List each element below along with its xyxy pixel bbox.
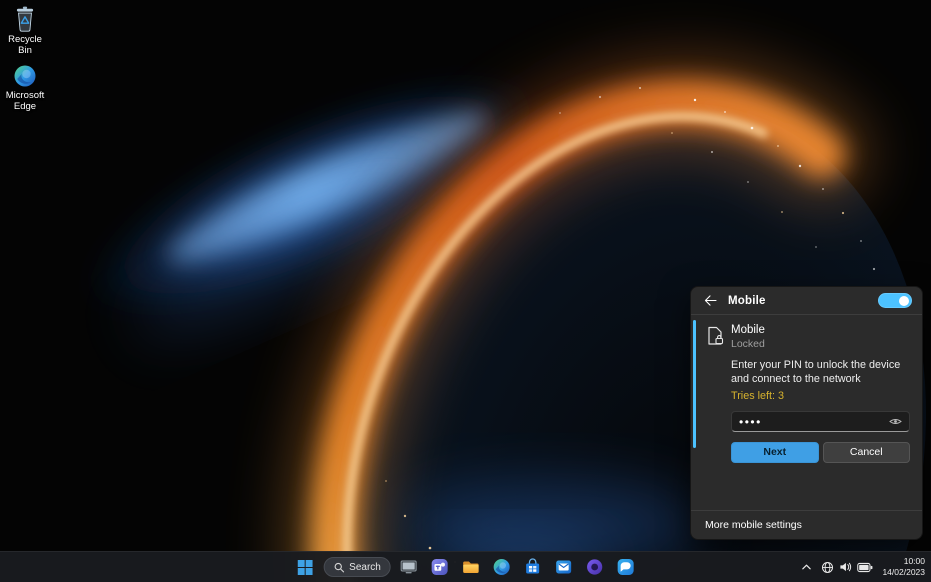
cancel-button[interactable]: Cancel xyxy=(822,441,910,463)
quick-settings-button[interactable] xyxy=(817,559,877,576)
desktop-icon-label: Recycle Bin xyxy=(8,34,42,56)
selection-indicator xyxy=(693,320,696,448)
toggle-knob xyxy=(899,295,909,306)
chat-icon[interactable] xyxy=(613,554,639,580)
hidden-icons-button[interactable] xyxy=(797,561,816,573)
pin-instructions: Enter your PIN to unlock the device and … xyxy=(731,359,901,386)
task-view-icon[interactable] xyxy=(396,554,422,580)
time-text: 10:00 xyxy=(903,555,925,566)
file-explorer-icon[interactable] xyxy=(458,554,484,580)
eye-icon xyxy=(889,418,902,424)
search-label: Search xyxy=(349,561,381,573)
volume-icon xyxy=(840,562,852,572)
chevron-up-icon xyxy=(802,564,812,570)
outlook-icon[interactable] xyxy=(551,554,577,580)
desktop-icon-label: Microsoft Edge xyxy=(5,90,45,112)
sim-lock-icon xyxy=(708,326,724,345)
recycle-bin-icon xyxy=(16,6,34,32)
reveal-password-button[interactable] xyxy=(889,417,902,426)
taskbar: Search 10:00 14/02/2023 xyxy=(0,551,931,582)
mobile-flyout-panel: Mobile Mobile Locked Enter your PIN to u… xyxy=(690,286,923,540)
panel-header: Mobile xyxy=(691,287,922,314)
panel-body: Mobile Locked Enter your PIN to unlock t… xyxy=(691,315,922,463)
next-button[interactable]: Next xyxy=(731,441,819,463)
back-arrow-icon xyxy=(704,295,717,306)
pin-value: •••• xyxy=(739,415,762,429)
edge-icon[interactable] xyxy=(489,554,515,580)
device-status: Locked xyxy=(731,338,765,350)
network-icon xyxy=(822,561,834,573)
pin-buttons: Next Cancel xyxy=(731,441,910,463)
tries-left-text: Tries left: 3 xyxy=(731,389,784,402)
back-button[interactable] xyxy=(701,292,719,310)
mobile-device-item[interactable]: Mobile Locked xyxy=(705,324,910,350)
system-tray: 10:00 14/02/2023 xyxy=(797,552,928,582)
panel-title: Mobile xyxy=(728,294,766,307)
battery-icon xyxy=(857,562,873,572)
search-icon xyxy=(334,562,344,572)
phone-link-icon[interactable] xyxy=(582,554,608,580)
taskbar-center-group: Search xyxy=(292,552,639,582)
taskbar-clock[interactable]: 10:00 14/02/2023 xyxy=(878,554,928,580)
device-title: Mobile xyxy=(731,324,765,336)
pin-input[interactable]: •••• xyxy=(731,410,910,432)
device-texts: Mobile Locked xyxy=(731,324,765,350)
edge-icon xyxy=(14,65,36,87)
desktop-icon-recycle-bin[interactable]: Recycle Bin xyxy=(0,5,50,57)
mobile-toggle[interactable] xyxy=(878,293,912,308)
more-mobile-settings-link[interactable]: More mobile settings xyxy=(691,510,922,539)
desktop-icon-microsoft-edge[interactable]: Microsoft Edge xyxy=(0,63,50,113)
store-icon[interactable] xyxy=(520,554,546,580)
windows-start-icon xyxy=(297,559,313,575)
start-button[interactable] xyxy=(292,554,318,580)
search-input[interactable]: Search xyxy=(323,557,391,577)
date-text: 14/02/2023 xyxy=(882,567,925,577)
teams-icon[interactable] xyxy=(427,554,453,580)
